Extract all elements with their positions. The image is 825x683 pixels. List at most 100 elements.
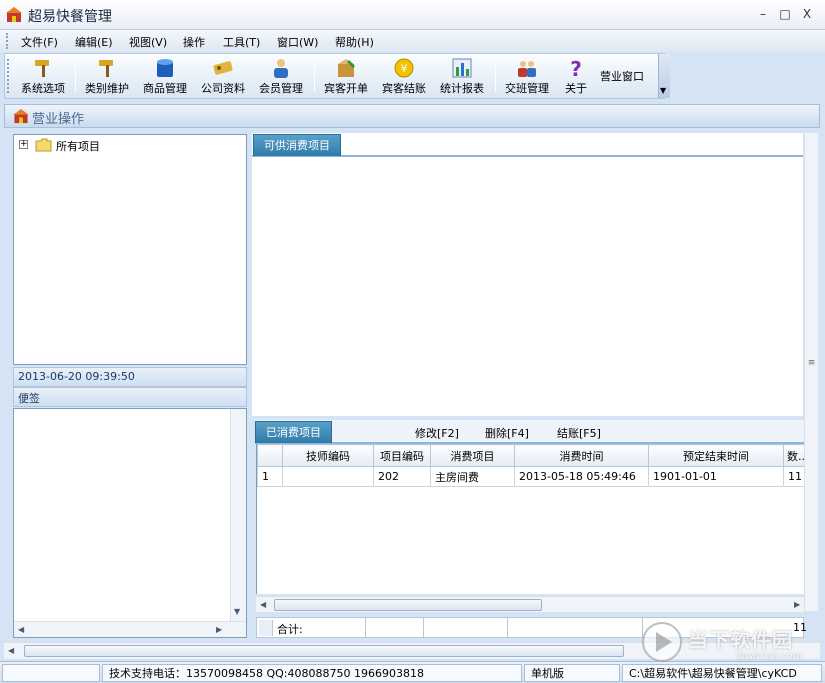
current-datetime: 2013-06-20 09:39:50: [18, 370, 135, 383]
tab-consumed-items[interactable]: 已消费项目: [255, 421, 332, 443]
watermark-logo-icon: [642, 622, 682, 662]
tree-root-label[interactable]: 所有项目: [56, 138, 100, 154]
cell-quantity[interactable]: 11: [783, 466, 806, 487]
menu-bar: 文件(F) 编辑(E) 视图(V) 操作 工具(T) 窗口(W) 帮助(H): [0, 30, 825, 52]
menu-edit[interactable]: 编辑(E): [72, 33, 116, 51]
product-management-label: 商品管理: [143, 82, 187, 95]
column-header-technician-code[interactable]: 技师编码: [282, 444, 374, 467]
scroll-grip-icon[interactable]: ≡: [806, 358, 817, 374]
column-header-consumption-time[interactable]: 消费时间: [514, 444, 649, 467]
grid-scroll-thumb[interactable]: [274, 599, 542, 611]
available-items-area[interactable]: [252, 157, 803, 416]
coin-icon: ¥: [394, 58, 414, 78]
svg-text:¥: ¥: [401, 62, 408, 75]
menu-grip[interactable]: [6, 33, 9, 49]
bar-chart-icon: [452, 58, 472, 78]
scroll-down-icon[interactable]: ▼: [234, 607, 240, 616]
delete-button[interactable]: 删除[F4]: [485, 425, 529, 441]
divider: [423, 618, 424, 637]
menu-file[interactable]: 文件(F): [18, 33, 61, 51]
consumed-items-grid[interactable]: 技师编码 项目编码 消费项目 消费时间 预定结束时间 数... 1 202 主房…: [256, 444, 806, 594]
total-label: 合计:: [277, 623, 303, 636]
toolbar-grip[interactable]: [7, 59, 10, 93]
tab-available-items[interactable]: 可供消费项目: [253, 134, 341, 156]
menu-window[interactable]: 窗口(W): [274, 33, 321, 51]
member-management-label: 会员管理: [259, 82, 303, 95]
shift-management-button[interactable]: 交班管理: [499, 56, 555, 96]
scroll-right-icon[interactable]: ▶: [794, 600, 800, 609]
notes-header: 便签: [13, 387, 247, 407]
menu-tools[interactable]: 工具(T): [220, 33, 263, 51]
guest-checkout-label: 宾客结账: [382, 82, 426, 95]
column-header-row-number[interactable]: [257, 444, 283, 467]
divider: [507, 618, 508, 637]
cell-technician-code[interactable]: [282, 466, 374, 487]
cell-scheduled-end-time[interactable]: 1901-01-01: [648, 466, 784, 487]
notes-vertical-scrollbar[interactable]: ▼: [230, 409, 246, 621]
status-cell-empty: [2, 664, 100, 682]
shift-management-label: 交班管理: [505, 82, 549, 95]
toolbar-separator: [495, 60, 496, 92]
status-edition: 单机版: [524, 664, 620, 682]
scroll-left-icon[interactable]: ◀: [18, 625, 24, 634]
edit-button[interactable]: 修改[F2]: [415, 425, 459, 441]
watermark: 当下软件园 downxia.com: [640, 618, 825, 668]
users-icon: [518, 61, 536, 77]
app-icon: [13, 109, 29, 124]
about-button[interactable]: ? 关于: [557, 56, 595, 96]
hammer-icon: [99, 60, 113, 77]
divider: [365, 618, 366, 637]
grid-horizontal-scrollbar[interactable]: ◀ ▶: [256, 596, 804, 612]
guest-open-order-button[interactable]: 宾客开单: [318, 56, 374, 96]
product-management-button[interactable]: 商品管理: [137, 56, 193, 96]
chevron-down-icon: ▼: [660, 86, 667, 95]
scroll-left-icon[interactable]: ◀: [260, 600, 266, 609]
main-vertical-scrollbar[interactable]: ≡: [804, 133, 818, 611]
statistics-report-button[interactable]: 统计报表: [434, 56, 490, 96]
category-maintenance-button[interactable]: 类别维护: [79, 56, 135, 96]
scroll-right-icon[interactable]: ▶: [216, 625, 222, 634]
notes-textarea[interactable]: ▼ ◀ ▶: [13, 408, 247, 638]
system-options-label: 系统选项: [21, 82, 65, 95]
tree-expander[interactable]: +: [19, 140, 28, 149]
toolbar: 系统选项 类别维护 商品管理 公司资料 会员管理 宾客开单 ¥ 宾客结账 统计报…: [4, 53, 670, 99]
main-scroll-thumb[interactable]: [24, 645, 624, 657]
guest-checkout-button[interactable]: ¥ 宾客结账: [376, 56, 432, 96]
key-icon: [213, 61, 233, 75]
close-button[interactable]: X: [797, 5, 817, 23]
cell-consumption-time[interactable]: 2013-05-18 05:49:46: [514, 466, 649, 487]
available-items-tabstrip: 可供消费项目: [252, 133, 803, 157]
column-header-quantity[interactable]: 数...: [783, 444, 806, 467]
checkout-button[interactable]: 结账[F5]: [557, 425, 601, 441]
notes-horizontal-scrollbar[interactable]: ◀ ▶: [14, 621, 246, 637]
maximize-button[interactable]: □: [775, 5, 795, 23]
toolbar-separator: [314, 60, 315, 92]
svg-text:?: ?: [570, 57, 582, 79]
statistics-report-label: 统计报表: [440, 82, 484, 95]
table-row[interactable]: 1 202 主房间费 2013-05-18 05:49:46 1901-01-0…: [257, 466, 806, 487]
menu-view[interactable]: 视图(V): [126, 33, 170, 51]
scroll-left-icon[interactable]: ◀: [8, 646, 14, 655]
watermark-text: 当下软件园: [688, 628, 793, 652]
category-maintenance-label: 类别维护: [85, 82, 129, 95]
cell-consumption-item[interactable]: 主房间费: [430, 466, 515, 487]
cell-item-code[interactable]: 202: [373, 466, 431, 487]
member-management-button[interactable]: 会员管理: [253, 56, 309, 96]
minimize-button[interactable]: –: [753, 5, 773, 23]
category-tree[interactable]: + 所有项目: [13, 134, 247, 365]
guest-open-order-label: 宾客开单: [324, 82, 368, 95]
system-options-button[interactable]: 系统选项: [15, 56, 71, 96]
company-info-button[interactable]: 公司资料: [195, 56, 251, 96]
menu-help[interactable]: 帮助(H): [332, 33, 377, 51]
column-header-scheduled-end-time[interactable]: 预定结束时间: [648, 444, 784, 467]
menu-operate[interactable]: 操作: [180, 33, 208, 51]
toolbar-overflow-button[interactable]: ▼: [658, 54, 670, 98]
window-title: 超易快餐管理: [28, 9, 112, 25]
column-header-consumption-item[interactable]: 消费项目: [430, 444, 515, 467]
watermark-subtext: downxia.com: [736, 651, 803, 662]
business-window-label[interactable]: 营业窗口: [600, 68, 644, 84]
user-icon: [274, 59, 288, 78]
panel-title: 营业操作: [32, 112, 85, 127]
database-icon: [157, 59, 173, 77]
column-header-item-code[interactable]: 项目编码: [373, 444, 431, 467]
